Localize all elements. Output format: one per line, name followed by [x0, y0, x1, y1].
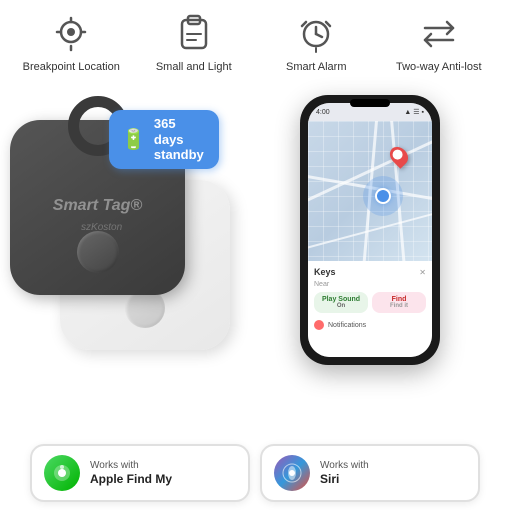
- standby-text: 365 days standby: [154, 116, 207, 163]
- findmy-prefix: Works with: [90, 459, 172, 472]
- small-light-icon: [172, 12, 216, 56]
- keys-close: ✕: [419, 268, 426, 277]
- standby-badge: 🔋 365 days standby: [109, 110, 219, 169]
- play-sound-label: Play Sound: [317, 296, 365, 303]
- siri-icon: [274, 455, 310, 491]
- findmy-main: Apple Find My: [90, 472, 172, 486]
- notif-text: Notifications: [328, 322, 366, 329]
- findmy-icon: [44, 455, 80, 491]
- siri-badge-text: Works with Siri: [320, 459, 369, 488]
- feature-twoway-label: Two-way Anti-lost: [396, 60, 482, 74]
- play-sound-btn[interactable]: Play Sound On: [314, 292, 368, 313]
- phone-bottom-panel: Keys ✕ Near Play Sound On Find Find it: [308, 261, 432, 357]
- dark-tag-button: [77, 231, 119, 273]
- badge-siri: Works with Siri: [260, 444, 480, 502]
- find-label: Find: [375, 296, 423, 303]
- action-buttons: Play Sound On Find Find it: [314, 292, 426, 313]
- siri-main: Siri: [320, 472, 339, 486]
- phone-frame: 4:00 ▲ ☰ ▪: [300, 95, 440, 365]
- keys-header: Keys ✕: [314, 267, 426, 277]
- smart-alarm-icon: [294, 12, 338, 56]
- keys-subtitle: Near: [314, 281, 426, 288]
- feature-two-way: Two-way Anti-lost: [389, 12, 489, 74]
- find-btn[interactable]: Find Find it: [372, 292, 426, 313]
- tags-container: Smart Tag® szKoston 🔋 365 days standby: [10, 100, 230, 360]
- phone-status-bar: 4:00 ▲ ☰ ▪: [308, 103, 432, 121]
- phone-mockup: 4:00 ▲ ☰ ▪: [240, 95, 500, 365]
- tag-brand-text: Smart Tag®: [53, 197, 142, 215]
- phone-screen: 4:00 ▲ ☰ ▪: [308, 103, 432, 357]
- badge-findmy: Works with Apple Find My: [30, 444, 250, 502]
- feature-smart-alarm: Smart Alarm: [266, 12, 366, 74]
- feature-breakpoint-label: Breakpoint Location: [23, 60, 120, 74]
- bottom-badges: Works with Apple Find My Works with Siri: [0, 436, 510, 510]
- battery-icon: 🔋: [121, 127, 146, 152]
- findmy-badge-text: Works with Apple Find My: [90, 459, 172, 488]
- map-area: [308, 121, 432, 261]
- phone-icons: ▲ ☰ ▪: [404, 108, 424, 116]
- features-row: Breakpoint Location Small and Light: [0, 0, 510, 80]
- notifications-row: Notifications: [314, 317, 426, 333]
- main-area: szKoston Smart Tag® szKoston 🔋 365 days …: [0, 80, 510, 380]
- siri-prefix: Works with: [320, 459, 369, 472]
- keys-title: Keys: [314, 267, 336, 277]
- breakpoint-location-icon: [49, 12, 93, 56]
- notif-dot: [314, 320, 324, 330]
- feature-small-label: Small and Light: [156, 60, 232, 74]
- feature-breakpoint-location: Breakpoint Location: [21, 12, 121, 74]
- phone-time: 4:00: [316, 109, 330, 116]
- two-way-icon: [417, 12, 461, 56]
- feature-alarm-label: Smart Alarm: [286, 60, 347, 74]
- feature-small-light: Small and Light: [144, 12, 244, 74]
